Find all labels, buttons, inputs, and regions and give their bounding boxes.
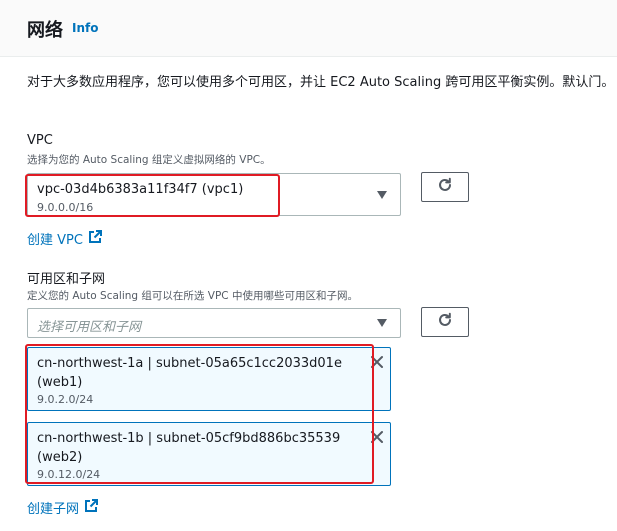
external-link-icon <box>83 229 102 248</box>
vpc-refresh-button[interactable] <box>421 172 469 202</box>
close-icon[interactable] <box>370 354 384 368</box>
caret-down-icon <box>377 190 387 199</box>
subnet-token: cn-northwest-1a | subnet-05a65c1cc2033d0… <box>27 347 391 411</box>
create-subnet-link[interactable]: 创建子网 <box>27 498 99 517</box>
vpc-label: VPC <box>27 133 53 148</box>
refresh-icon <box>436 311 454 333</box>
create-vpc-label: 创建 VPC <box>27 233 83 248</box>
section-title: 网络 <box>27 20 63 41</box>
subnet-token: cn-northwest-1b | subnet-05cf9bd886bc355… <box>27 422 391 486</box>
vpc-hint: 选择为您的 Auto Scaling 组定义虚拟网络的 VPC。 <box>27 154 271 166</box>
external-link-icon <box>79 498 99 517</box>
subnet-token-cidr: 9.0.2.0/24 <box>37 393 94 406</box>
info-link[interactable]: Info <box>72 21 98 35</box>
subnets-label: 可用区和子网 <box>27 272 106 287</box>
subnets-hint: 定义您的 Auto Scaling 组可以在所选 VPC 中使用哪些可用区和子网… <box>27 290 358 302</box>
create-vpc-link[interactable]: 创建 VPC <box>27 229 102 248</box>
subnets-select[interactable]: 选择可用区和子网 <box>27 308 401 338</box>
subnet-token-cidr: 9.0.12.0/24 <box>37 468 101 481</box>
caret-down-icon <box>377 319 387 327</box>
vpc-select[interactable]: vpc-03d4b6383a11f34f7 (vpc1) 9.0.0.0/16 <box>27 173 401 216</box>
subnets-placeholder: 选择可用区和子网 <box>37 320 142 335</box>
section-header: 网络 Info <box>0 0 617 57</box>
refresh-icon <box>436 176 454 198</box>
create-subnet-label: 创建子网 <box>27 502 80 517</box>
section-description: 对于大多数应用程序，您可以使用多个可用区，并让 EC2 Auto Scaling… <box>27 75 615 90</box>
subnet-token-name: cn-northwest-1b | subnet-05cf9bd886bc355… <box>37 431 341 465</box>
vpc-selected-name: vpc-03d4b6383a11f34f7 (vpc1) <box>37 182 244 197</box>
vpc-selected-cidr: 9.0.0.0/16 <box>37 201 94 214</box>
close-icon[interactable] <box>370 429 384 443</box>
subnets-refresh-button[interactable] <box>421 307 469 337</box>
subnet-token-name: cn-northwest-1a | subnet-05a65c1cc2033d0… <box>37 356 342 390</box>
